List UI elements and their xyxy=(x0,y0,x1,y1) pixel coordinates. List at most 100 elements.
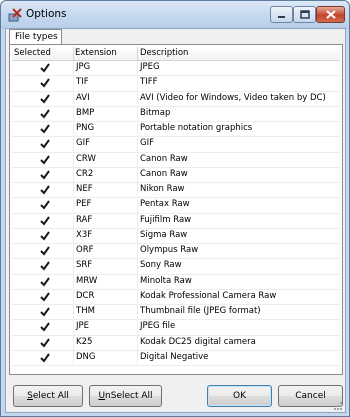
column-divider xyxy=(73,76,74,92)
resize-grip-icon[interactable] xyxy=(333,401,343,411)
description-cell: Portable notation graphics xyxy=(140,123,253,133)
table-row[interactable]: CRW Canon Raw xyxy=(12,152,340,168)
column-divider xyxy=(73,350,74,366)
file-types-panel: Selected Extension Description JPG JPEG TI… xyxy=(9,44,343,375)
column-divider xyxy=(73,244,74,259)
checkmark-icon[interactable] xyxy=(39,260,51,272)
description-cell: Nikon Raw xyxy=(140,184,185,194)
checkmark-icon[interactable] xyxy=(39,245,51,257)
table-row[interactable]: AVI AVI (Video for Windows, Video taken b… xyxy=(12,91,340,107)
checkmark-icon[interactable] xyxy=(39,215,51,227)
table-row[interactable]: PEF Pentax Raw xyxy=(12,198,340,214)
table-row[interactable]: THM Thumbnail file (JPEG format) xyxy=(12,305,340,321)
checkmark-icon[interactable] xyxy=(39,291,51,303)
title-bar[interactable]: Options xyxy=(1,1,349,29)
extension-cell: NEF xyxy=(76,184,93,194)
select-all-label: elect All xyxy=(32,391,69,401)
table-row[interactable]: X3F Sigma Raw xyxy=(12,228,340,244)
checkmark-icon[interactable] xyxy=(39,169,51,181)
table-row[interactable]: DNG Digital Negative xyxy=(12,350,340,366)
table-row[interactable]: NEF Nikon Raw xyxy=(12,183,340,199)
description-cell: AVI (Video for Windows, Video taken by D… xyxy=(140,92,326,103)
extension-cell: X3F xyxy=(76,229,93,240)
extension-cell: K25 xyxy=(76,336,93,347)
ok-button[interactable]: OK xyxy=(207,385,272,407)
column-divider xyxy=(73,198,74,214)
grid-rows: JPG JPEG TIF TIFF AVI AVI (Video for Windows,… xyxy=(12,61,340,366)
extension-cell: THM xyxy=(76,306,95,316)
table-row[interactable]: SRF Sony Raw xyxy=(12,259,340,275)
description-cell: Kodak Professional Camera Raw xyxy=(140,290,277,301)
extension-cell: ORF xyxy=(76,245,94,255)
column-divider xyxy=(73,183,74,198)
table-row[interactable]: TIF TIFF xyxy=(12,76,340,92)
checkmark-icon[interactable] xyxy=(39,306,51,318)
checkmark-icon[interactable] xyxy=(39,62,51,74)
options-app-icon xyxy=(8,8,22,22)
description-cell: Digital Negative xyxy=(140,351,209,362)
header-selected[interactable]: Selected xyxy=(14,48,51,58)
checkmark-icon[interactable] xyxy=(39,154,51,166)
checkmark-icon[interactable] xyxy=(39,138,51,150)
table-row[interactable]: MRW Minolta Raw xyxy=(12,274,340,290)
tab-file-types[interactable]: File types xyxy=(9,29,62,45)
header-extension[interactable]: Extension xyxy=(75,48,117,58)
column-divider xyxy=(137,61,138,76)
table-row[interactable]: JPE JPEG file xyxy=(12,320,340,336)
file-types-grid[interactable]: Selected Extension Description JPG JPEG TI… xyxy=(12,47,340,366)
unselect-all-button[interactable]: UnSelect All xyxy=(89,385,162,407)
column-divider xyxy=(73,91,74,107)
checkmark-icon[interactable] xyxy=(39,123,51,135)
column-divider xyxy=(137,274,138,290)
column-divider xyxy=(137,213,138,229)
checkmark-icon[interactable] xyxy=(39,230,51,242)
maximize-icon xyxy=(299,10,310,19)
table-row[interactable]: JPG JPEG xyxy=(12,61,340,77)
column-divider xyxy=(73,228,74,244)
checkmark-icon[interactable] xyxy=(39,321,51,333)
select-all-button[interactable]: Select All xyxy=(13,385,83,407)
column-divider xyxy=(137,183,138,198)
column-divider xyxy=(137,122,138,137)
column-divider xyxy=(73,137,74,153)
column-divider xyxy=(137,305,138,320)
close-button[interactable] xyxy=(316,6,345,23)
table-row[interactable]: ORF Olympus Raw xyxy=(12,244,340,260)
checkmark-icon[interactable] xyxy=(39,337,51,349)
column-divider xyxy=(137,167,138,183)
table-row[interactable]: DCR Kodak Professional Camera Raw xyxy=(12,289,340,305)
extension-cell: DCR xyxy=(76,290,95,301)
extension-cell: BMP xyxy=(76,107,95,118)
table-row[interactable]: K25 Kodak DC25 digital camera xyxy=(12,335,340,351)
checkmark-icon[interactable] xyxy=(39,352,51,364)
checkmark-icon[interactable] xyxy=(39,184,51,196)
checkmark-icon[interactable] xyxy=(39,276,51,288)
table-row[interactable]: CR2 Canon Raw xyxy=(12,167,340,183)
window-title: Options xyxy=(26,8,67,20)
header-description[interactable]: Description xyxy=(140,48,188,58)
column-divider xyxy=(137,198,138,214)
table-row[interactable]: RAF Fujifilm Raw xyxy=(12,213,340,229)
dialog-client-area: File types Selected Extension Descriptio… xyxy=(5,28,346,413)
column-divider xyxy=(73,320,74,336)
checkmark-icon[interactable] xyxy=(39,108,51,120)
column-divider xyxy=(73,289,74,305)
column-divider xyxy=(137,350,138,366)
maximize-button[interactable] xyxy=(293,6,316,23)
minimize-button[interactable] xyxy=(270,6,293,23)
table-row[interactable]: BMP Bitmap xyxy=(12,106,340,122)
extension-cell: SRF xyxy=(76,260,93,271)
description-cell: Bitmap xyxy=(140,107,171,118)
table-row[interactable]: GIF GIF xyxy=(12,137,340,153)
column-divider xyxy=(73,122,74,137)
grid-header: Selected Extension Description xyxy=(12,47,340,61)
checkmark-icon[interactable] xyxy=(39,199,51,211)
column-divider xyxy=(137,228,138,244)
checkmark-icon[interactable] xyxy=(39,93,51,105)
description-cell: JPEG file xyxy=(140,321,176,332)
header-divider xyxy=(137,47,138,61)
extension-cell: AVI xyxy=(76,92,90,103)
table-row[interactable]: PNG Portable notation graphics xyxy=(12,122,340,138)
checkmark-icon[interactable] xyxy=(39,77,51,89)
column-divider xyxy=(73,335,74,351)
